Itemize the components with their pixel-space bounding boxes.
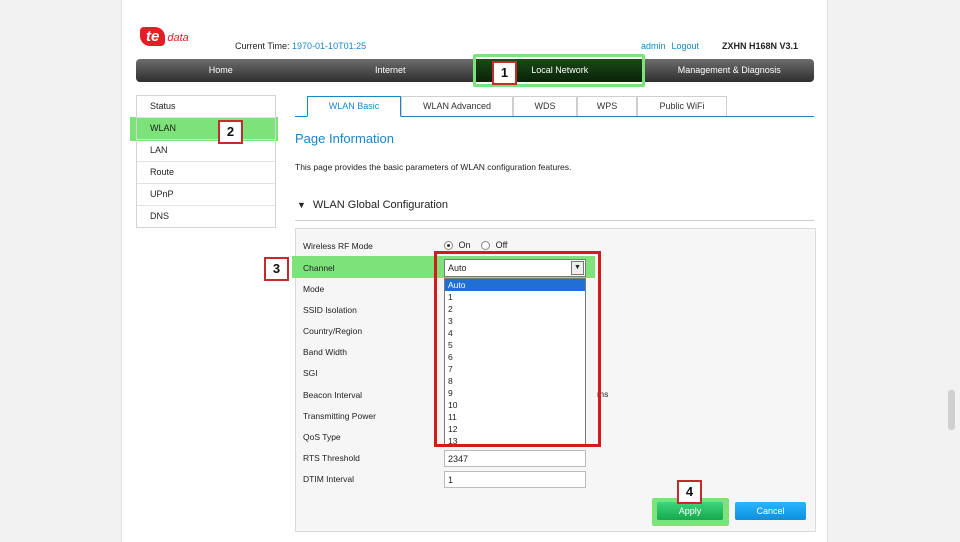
nav-internet[interactable]: Internet bbox=[306, 59, 476, 82]
tab-wlan-basic[interactable]: WLAN Basic bbox=[307, 96, 401, 117]
tab-wlan-advanced[interactable]: WLAN Advanced bbox=[401, 96, 513, 116]
admin-link[interactable]: admin bbox=[641, 41, 666, 51]
model-name: ZXHN H168N V3.1 bbox=[722, 41, 799, 51]
annotation-badge-4: 4 bbox=[677, 480, 702, 504]
channel-annotation-box bbox=[434, 251, 601, 447]
label-beacon: Beacon Interval bbox=[303, 390, 363, 400]
annotation-badge-1: 1 bbox=[492, 61, 517, 85]
te-data-logo[interactable]: te data bbox=[140, 27, 189, 46]
tab-bar: WLAN Basic WLAN Advanced WDS WPS Public … bbox=[295, 96, 814, 117]
label-band-width: Band Width bbox=[303, 347, 347, 357]
rf-mode-radios: On Off bbox=[444, 240, 508, 251]
rf-on-label: On bbox=[458, 240, 471, 250]
annotation-badge-2: 2 bbox=[218, 120, 243, 144]
dtim-interval-input[interactable]: 1 bbox=[444, 471, 586, 488]
logo-mark: te bbox=[140, 27, 166, 46]
current-time: Current Time: 1970-01-10T01:25 bbox=[235, 41, 366, 51]
nav-management-diagnosis[interactable]: Management & Diagnosis bbox=[645, 59, 815, 82]
sidebar-item-route[interactable]: Route bbox=[137, 162, 275, 184]
tab-public-wifi[interactable]: Public WiFi bbox=[637, 96, 727, 116]
annotation-badge-3: 3 bbox=[264, 257, 289, 281]
rf-off-radio[interactable] bbox=[481, 241, 491, 251]
sidebar-item-wlan[interactable]: WLAN bbox=[137, 118, 275, 140]
sidebar-item-status[interactable]: Status bbox=[137, 96, 275, 118]
scrollbar-thumb[interactable] bbox=[948, 390, 955, 430]
cancel-button[interactable]: Cancel bbox=[735, 502, 806, 520]
sidebar-item-upnp[interactable]: UPnP bbox=[137, 184, 275, 206]
label-sgi: SGI bbox=[303, 368, 318, 378]
current-time-label: Current Time: bbox=[235, 41, 290, 51]
sidebar-item-lan[interactable]: LAN bbox=[137, 140, 275, 162]
page-title: Page Information bbox=[295, 131, 395, 146]
rf-off-label: Off bbox=[495, 240, 508, 250]
label-rts: RTS Threshold bbox=[303, 453, 360, 463]
section-header[interactable]: ▼ WLAN Global Configuration bbox=[295, 199, 814, 221]
label-channel: Channel bbox=[303, 263, 335, 273]
sidebar-item-dns[interactable]: DNS bbox=[137, 206, 275, 227]
tab-wds[interactable]: WDS bbox=[513, 96, 577, 116]
collapse-triangle-icon[interactable]: ▼ bbox=[297, 200, 306, 210]
rts-threshold-value: 2347 bbox=[448, 454, 469, 464]
section-title: WLAN Global Configuration bbox=[312, 199, 449, 211]
router-page: te data Current Time: 1970-01-10T01:25 ad… bbox=[121, 0, 828, 542]
sidebar: Status WLAN LAN Route UPnP DNS bbox=[136, 95, 276, 228]
label-tx-power: Transmitting Power bbox=[303, 411, 376, 421]
label-mode: Mode bbox=[303, 284, 325, 294]
logo-word: data bbox=[167, 32, 189, 44]
user-links: admin Logout bbox=[641, 41, 705, 51]
page-scrollbar[interactable] bbox=[945, 0, 960, 542]
rf-on-radio[interactable] bbox=[444, 241, 453, 251]
apply-button[interactable]: Apply bbox=[657, 502, 723, 520]
nav-home[interactable]: Home bbox=[136, 59, 306, 82]
page-description: This page provides the basic parameters … bbox=[295, 162, 572, 172]
rts-threshold-input[interactable]: 2347 bbox=[444, 450, 586, 467]
logout-link[interactable]: Logout bbox=[672, 41, 700, 51]
tab-wps[interactable]: WPS bbox=[577, 96, 637, 116]
label-qos: QoS Type bbox=[303, 432, 341, 442]
dtim-interval-value: 1 bbox=[448, 475, 454, 485]
label-dtim: DTIM Interval bbox=[303, 474, 355, 484]
label-ssid-isolation: SSID Isolation bbox=[303, 305, 357, 315]
label-country: Country/Region bbox=[303, 326, 363, 336]
current-time-value: 1970-01-10T01:25 bbox=[292, 41, 367, 51]
label-rf-mode: Wireless RF Mode bbox=[303, 241, 373, 251]
